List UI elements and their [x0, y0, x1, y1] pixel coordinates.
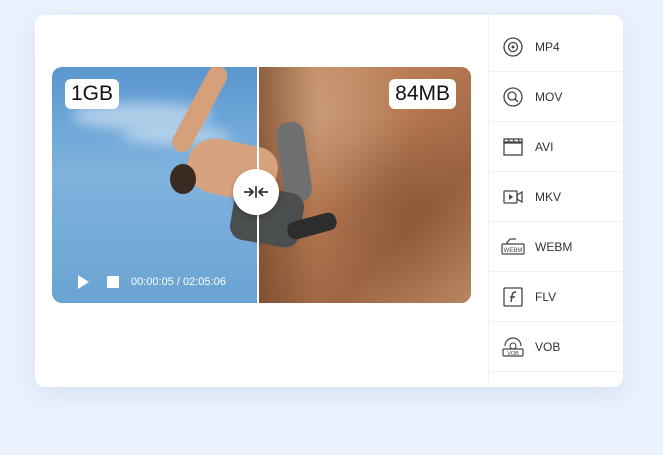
- format-item-mp4[interactable]: MP4: [489, 23, 623, 72]
- webm-icon: WEBM: [501, 235, 525, 259]
- playback-controls: 00:00:05 / 02:05:06: [78, 275, 226, 289]
- playback-time: 00:00:05 / 02:05:06: [131, 276, 226, 288]
- format-item-vob[interactable]: VOB VOB: [489, 323, 623, 372]
- format-label: WEBM: [535, 240, 573, 254]
- converter-card: 1GB 84MB 00:00:05 / 02:05:06 MP4 MOV AVI: [35, 15, 623, 387]
- compressed-size-badge: 84MB: [389, 79, 456, 109]
- format-item-webm[interactable]: WEBM WEBM: [489, 223, 623, 272]
- format-label: MOV: [535, 90, 563, 104]
- climber-head: [170, 164, 196, 194]
- svg-text:WEBM: WEBM: [504, 248, 523, 254]
- format-label: MKV: [535, 190, 562, 204]
- vob-icon: VOB: [501, 335, 525, 359]
- play-icon[interactable]: [78, 275, 89, 289]
- format-item-mov[interactable]: MOV: [489, 73, 623, 122]
- format-item-flv[interactable]: FLV: [489, 273, 623, 322]
- disc-search-icon: [501, 85, 525, 109]
- flash-icon: [501, 285, 525, 309]
- video-preview: 1GB 84MB 00:00:05 / 02:05:06: [52, 67, 471, 303]
- format-item-avi[interactable]: AVI: [489, 123, 623, 172]
- disc-icon: [501, 35, 525, 59]
- format-label: FLV: [535, 290, 557, 304]
- format-label: MP4: [535, 40, 560, 54]
- svg-text:VOB: VOB: [507, 351, 519, 357]
- clapperboard-icon: [501, 135, 525, 159]
- format-label: VOB: [535, 340, 561, 354]
- format-label: AVI: [535, 140, 554, 154]
- format-list: MP4 MOV AVI MKV WEBM WEBM FLV VOB VOB: [488, 15, 623, 387]
- format-item-mkv[interactable]: MKV: [489, 173, 623, 222]
- stop-icon[interactable]: [107, 276, 119, 288]
- video-camera-icon: [501, 185, 525, 209]
- compare-slider-handle[interactable]: [233, 169, 279, 215]
- compress-arrows-icon: [244, 186, 268, 198]
- original-size-badge: 1GB: [65, 79, 120, 109]
